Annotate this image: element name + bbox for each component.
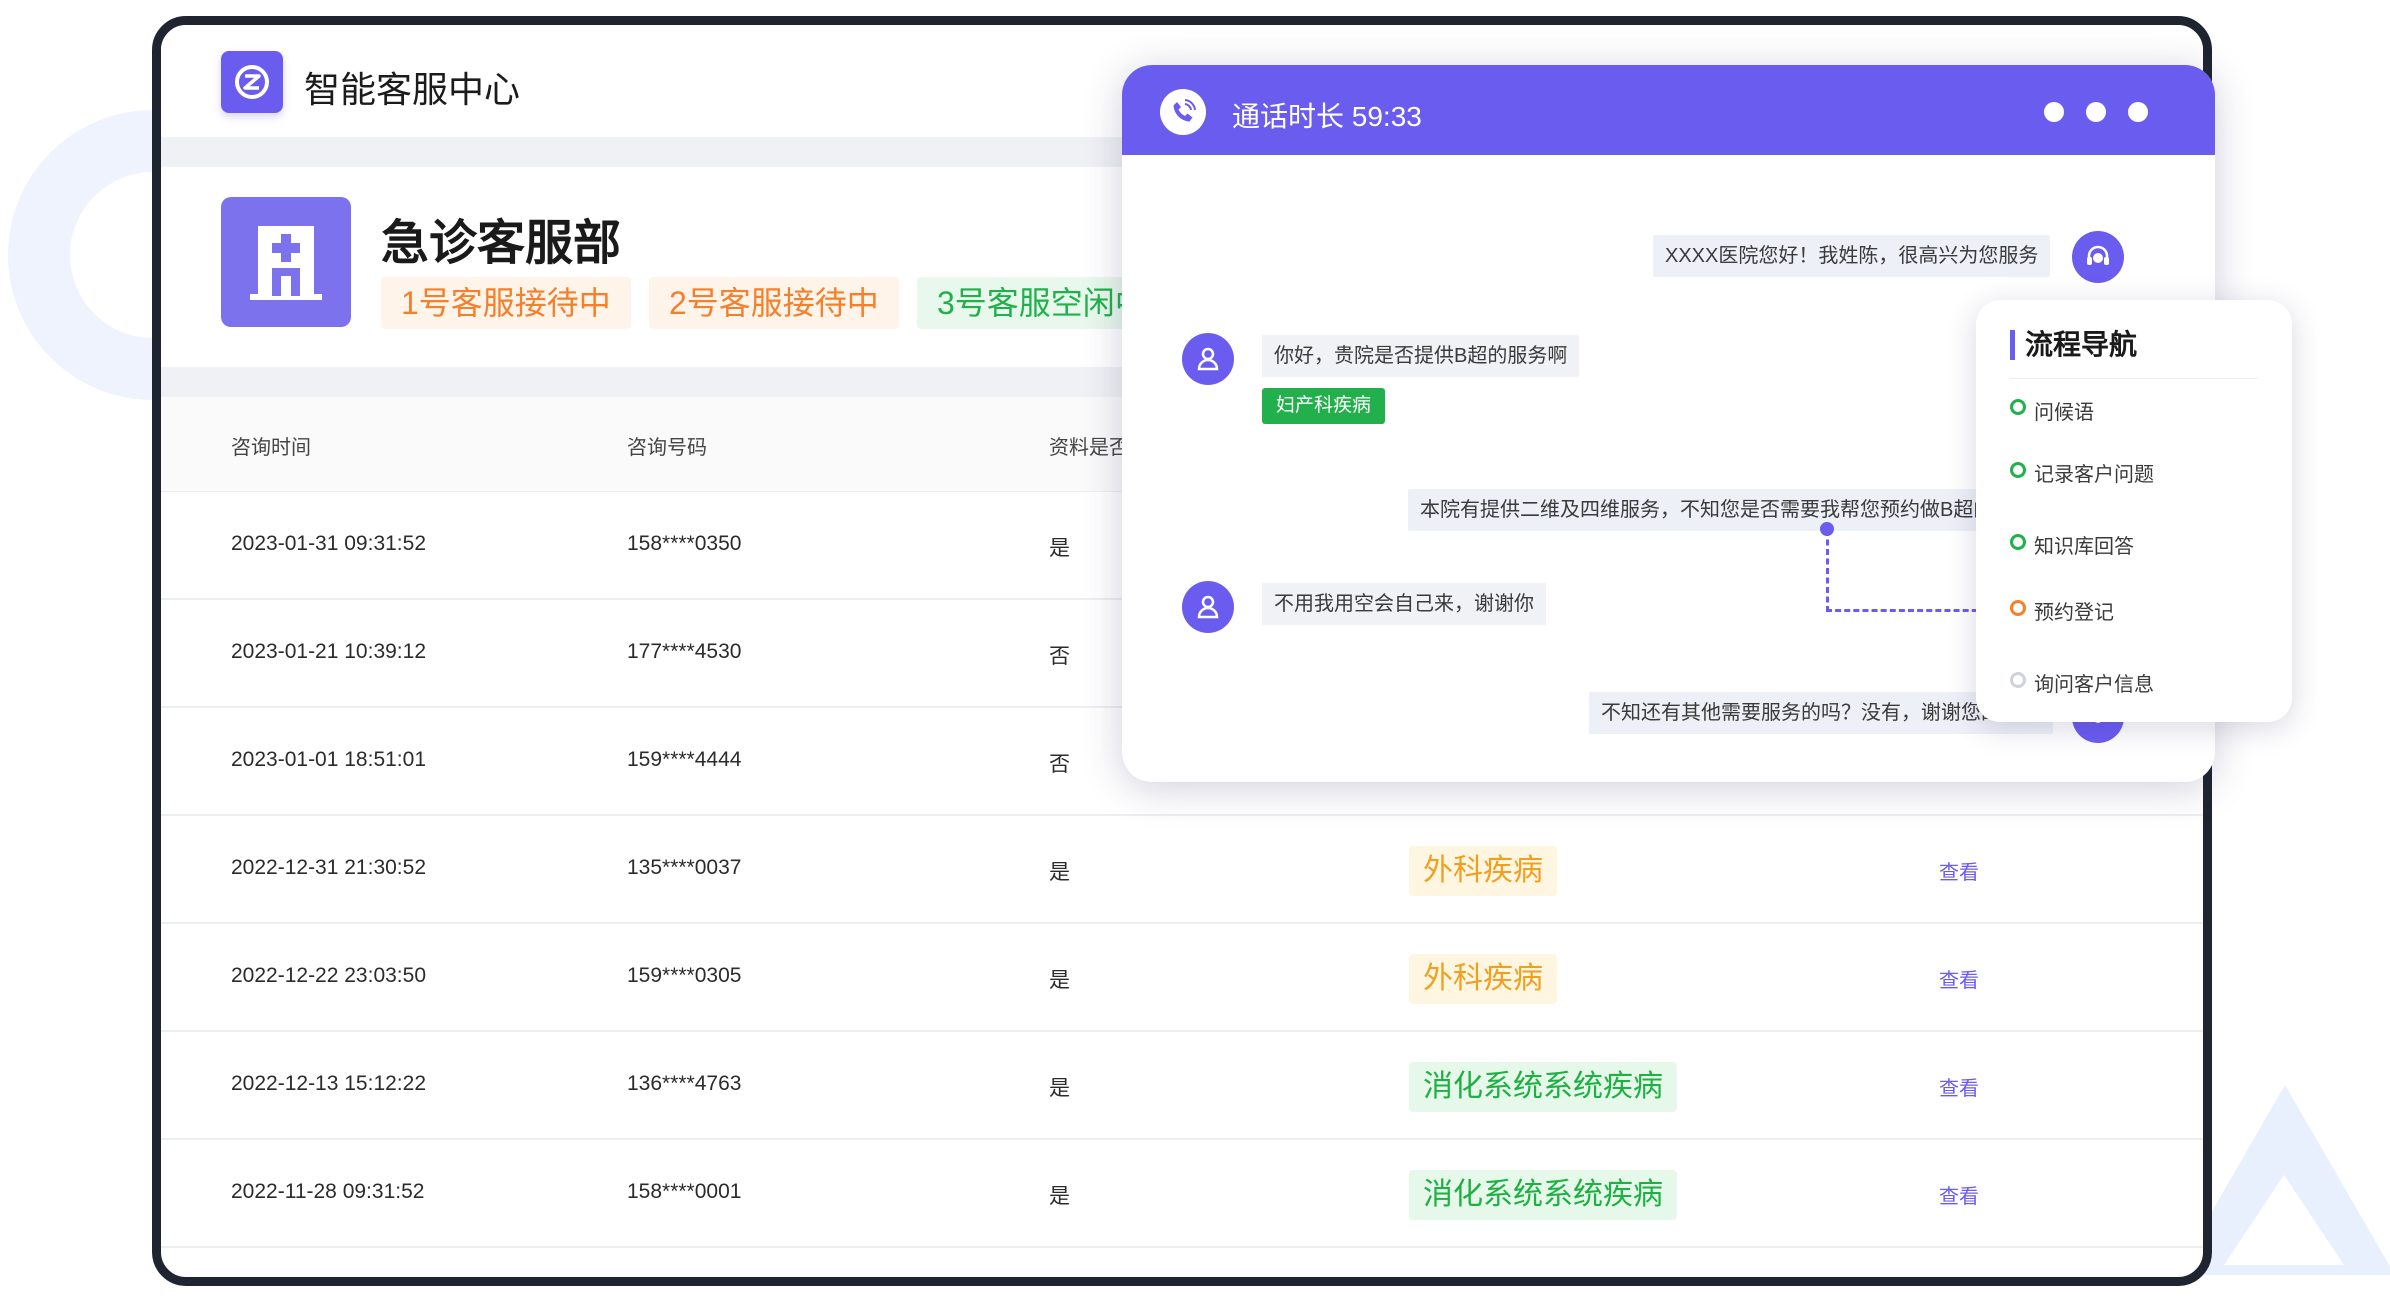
flow-title: 流程导航 [2010, 330, 2137, 360]
app-logo-icon [221, 51, 283, 113]
flow-step[interactable]: 预约登记 [2034, 596, 2114, 625]
department-tag: 妇产科疾病 [1262, 388, 1386, 424]
table-row[interactable]: 2022-11-28 09:31:52 158****0001 是 消化系统系统… [161, 1140, 2203, 1248]
column-header-phone[interactable]: 咨询号码 [627, 431, 707, 460]
cell-info-flag: 否 [1049, 645, 1070, 668]
flow-step[interactable]: 询问客户信息 [2034, 668, 2154, 697]
view-link[interactable]: 查看 [1939, 1072, 1979, 1101]
customer-message: 不用我用空会自己来，谢谢你 [1262, 583, 1546, 625]
more-menu-dot-icon[interactable] [2128, 102, 2148, 122]
hospital-icon [221, 197, 351, 327]
agent-2-status-badge: 2号客服接待中 [649, 277, 899, 329]
flow-step[interactable]: 记录客户问题 [2034, 458, 2154, 487]
cell-info-flag: 是 [1049, 969, 1070, 992]
cell-time: 2022-12-22 23:03:50 [231, 964, 426, 987]
cell-time: 2022-12-13 15:12:22 [231, 1072, 426, 1095]
disease-tag: 外科疾病 [1409, 954, 1557, 1004]
cell-phone: 159****0305 [627, 964, 742, 987]
cell-info-flag: 是 [1049, 861, 1070, 884]
cell-time: 2023-01-31 09:31:52 [231, 532, 426, 555]
cell-time: 2022-11-28 09:31:52 [231, 1180, 425, 1203]
view-link[interactable]: 查看 [1939, 964, 1979, 993]
cell-phone: 136****4763 [627, 1072, 742, 1095]
cell-info-flag: 是 [1049, 537, 1070, 560]
cell-info-flag: 否 [1049, 753, 1070, 776]
table-row[interactable]: 2022-12-13 15:12:22 136****4763 是 消化系统系统… [161, 1032, 2203, 1140]
disease-tag: 消化系统系统疾病 [1409, 1170, 1677, 1220]
step-done-icon [2010, 462, 2026, 478]
flow-step[interactable]: 问候语 [2034, 396, 2094, 425]
view-link[interactable]: 查看 [1939, 856, 1979, 885]
department-title: 急诊客服部 [381, 217, 622, 270]
customer-avatar-icon [1182, 333, 1234, 385]
table-row[interactable]: 2022-12-31 21:30:52 135****0037 是 外科疾病 查… [161, 816, 2203, 924]
column-header-info[interactable]: 资料是否 [1049, 431, 1129, 460]
divider [2010, 378, 2258, 379]
cell-info-flag: 是 [1049, 1077, 1070, 1100]
agent-message: XXXX医院您好！我姓陈，很高兴为您服务 [1653, 235, 2051, 277]
app-title: 智能客服中心 [304, 69, 521, 110]
flow-connector-line [1826, 530, 1829, 612]
flow-step[interactable]: 知识库回答 [2034, 530, 2134, 559]
cell-phone: 159****4444 [627, 748, 742, 771]
phone-icon [1160, 89, 1206, 135]
agent-message: 本院有提供二维及四维服务，不知您是否需要我帮您预约做B超的 [1408, 489, 2006, 531]
column-header-time[interactable]: 咨询时间 [231, 431, 311, 460]
decorative-triangle-inner [2224, 1175, 2344, 1265]
flow-navigation-card: 流程导航 问候语 记录客户问题 知识库回答 预约登记 询问客户信息 [1976, 300, 2292, 722]
call-header: 通话时长 59:33 [1122, 65, 2215, 155]
call-duration: 通话时长 59:33 [1232, 101, 1422, 132]
cell-phone: 158****0350 [627, 532, 742, 555]
cell-time: 2022-12-31 21:30:52 [231, 856, 426, 879]
cell-phone: 135****0037 [627, 856, 742, 879]
disease-tag: 外科疾病 [1409, 846, 1557, 896]
customer-avatar-icon [1182, 581, 1234, 633]
step-done-icon [2010, 399, 2026, 415]
cell-info-flag: 是 [1049, 1185, 1070, 1208]
disease-tag: 消化系统系统疾病 [1409, 1062, 1677, 1112]
view-link[interactable]: 查看 [1939, 1180, 1979, 1209]
cell-time: 2023-01-01 18:51:01 [231, 748, 426, 771]
customer-message: 你好，贵院是否提供B超的服务啊 [1262, 335, 1580, 377]
cell-time: 2023-01-21 10:39:12 [231, 640, 426, 663]
flow-connector-line [1826, 609, 1996, 612]
cell-phone: 177****4530 [627, 640, 742, 663]
more-menu-dot-icon[interactable] [2086, 102, 2106, 122]
step-done-icon [2010, 534, 2026, 550]
more-menu-dot-icon[interactable] [2044, 102, 2064, 122]
agent-1-status-badge: 1号客服接待中 [381, 277, 631, 329]
agent-headset-icon [2072, 231, 2124, 283]
cell-phone: 158****0001 [627, 1180, 742, 1203]
step-active-icon [2010, 600, 2026, 616]
step-pending-icon [2010, 672, 2026, 688]
table-row[interactable]: 2022-12-22 23:03:50 159****0305 是 外科疾病 查… [161, 924, 2203, 1032]
connector-dot [1820, 522, 1834, 536]
